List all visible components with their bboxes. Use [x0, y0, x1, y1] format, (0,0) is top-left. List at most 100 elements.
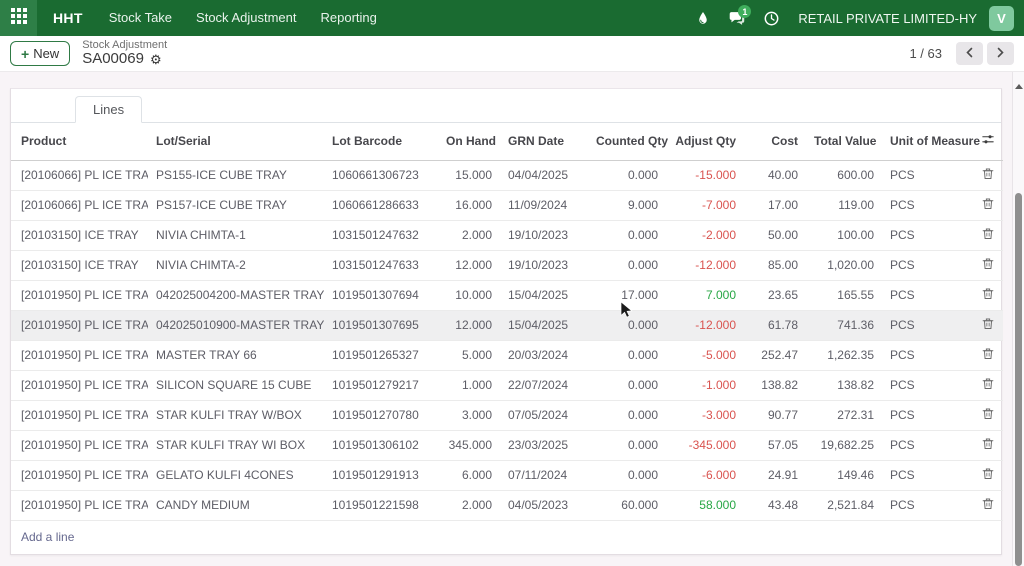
apps-menu-button[interactable] [0, 0, 37, 36]
cell-total-value[interactable]: 600.00 [806, 160, 882, 191]
cell-counted-qty[interactable]: 17.000 [588, 280, 666, 311]
cell-grn-date[interactable]: 19/10/2023 [500, 220, 588, 251]
cell-grn-date[interactable]: 22/07/2024 [500, 370, 588, 401]
cell-adjust-qty[interactable]: -2.000 [666, 220, 744, 251]
cell-product[interactable]: [20101950] PL ICE TRAY [11, 460, 148, 491]
cell-grn-date[interactable]: 07/05/2024 [500, 400, 588, 431]
cell-grn-date[interactable]: 11/09/2024 [500, 190, 588, 221]
user-avatar[interactable]: V [989, 5, 1014, 31]
cell-counted-qty[interactable]: 0.000 [588, 400, 666, 431]
new-button[interactable]: + New [10, 41, 71, 66]
cell-product[interactable]: [20106066] PL ICE TRAY [11, 160, 148, 191]
cell-uom[interactable]: PCS [882, 370, 973, 401]
cell-lot-barcode[interactable]: 1019501270780 [324, 400, 438, 431]
delete-row-button[interactable] [973, 220, 1003, 251]
add-a-line-link[interactable]: Add a line [11, 521, 1001, 554]
cell-on-hand[interactable]: 2.000 [438, 220, 500, 251]
cell-cost[interactable]: 50.00 [744, 220, 806, 251]
cell-counted-qty[interactable]: 60.000 [588, 490, 666, 521]
table-row[interactable]: [20101950] PL ICE TRAY 042025010900-MAST… [11, 310, 1003, 341]
cell-lot-barcode[interactable]: 1031501247632 [324, 220, 438, 251]
cell-cost[interactable]: 17.00 [744, 190, 806, 221]
menu-stock-adjustment[interactable]: Stock Adjustment [184, 0, 308, 36]
cell-adjust-qty[interactable]: -15.000 [666, 160, 744, 191]
delete-row-button[interactable] [973, 370, 1003, 401]
cell-lot-barcode[interactable]: 1019501291913 [324, 460, 438, 491]
cell-total-value[interactable]: 1,262.35 [806, 340, 882, 371]
cell-adjust-qty[interactable]: -1.000 [666, 370, 744, 401]
header-counted-qty[interactable]: Counted Qty [588, 123, 668, 161]
cell-on-hand[interactable]: 12.000 [438, 250, 500, 281]
cell-lot-barcode[interactable]: 1019501307695 [324, 310, 438, 341]
cell-uom[interactable]: PCS [882, 400, 973, 431]
cell-product[interactable]: [20101950] PL ICE TRAY [11, 400, 148, 431]
cell-cost[interactable]: 23.65 [744, 280, 806, 311]
header-cost[interactable]: Cost [744, 123, 806, 161]
cell-grn-date[interactable]: 04/04/2025 [500, 160, 588, 191]
cell-total-value[interactable]: 19,682.25 [806, 430, 882, 461]
header-product[interactable]: Product [11, 123, 148, 161]
cell-uom[interactable]: PCS [882, 340, 973, 371]
cell-lot-serial[interactable]: PS157-ICE CUBE TRAY [148, 190, 324, 221]
app-name[interactable]: HHT [53, 10, 83, 26]
delete-row-button[interactable] [973, 490, 1003, 521]
pager-next-button[interactable] [987, 42, 1014, 65]
table-row[interactable]: [20106066] PL ICE TRAY PS157-ICE CUBE TR… [11, 190, 1003, 221]
header-lot-barcode[interactable]: Lot Barcode [324, 123, 438, 161]
table-row[interactable]: [20101950] PL ICE TRAY 042025004200-MAST… [11, 280, 1003, 311]
activities-clock-icon[interactable] [759, 0, 783, 36]
cell-grn-date[interactable]: 23/03/2025 [500, 430, 588, 461]
table-row[interactable]: [20101950] PL ICE TRAY STAR KULFI TRAY W… [11, 430, 1003, 461]
pager-counter[interactable]: 1 / 63 [909, 46, 942, 61]
cell-uom[interactable]: PCS [882, 490, 973, 521]
cell-cost[interactable]: 43.48 [744, 490, 806, 521]
cell-on-hand[interactable]: 15.000 [438, 160, 500, 191]
cell-on-hand[interactable]: 2.000 [438, 490, 500, 521]
cell-product[interactable]: [20101950] PL ICE TRAY [11, 370, 148, 401]
cell-lot-barcode[interactable]: 1019501307694 [324, 280, 438, 311]
debug-droplet-icon[interactable] [691, 0, 715, 36]
cell-product[interactable]: [20101950] PL ICE TRAY [11, 430, 148, 461]
table-row[interactable]: [20106066] PL ICE TRAY PS155-ICE CUBE TR… [11, 160, 1003, 191]
table-row[interactable]: [20101950] PL ICE TRAY SILICON SQUARE 15… [11, 370, 1003, 401]
cell-cost[interactable]: 57.05 [744, 430, 806, 461]
scrollbar-thumb[interactable] [1015, 193, 1022, 566]
cell-grn-date[interactable]: 15/04/2025 [500, 280, 588, 311]
cell-grn-date[interactable]: 19/10/2023 [500, 250, 588, 281]
table-row[interactable]: [20101950] PL ICE TRAY MASTER TRAY 66 10… [11, 340, 1003, 371]
cell-lot-barcode[interactable]: 1019501279217 [324, 370, 438, 401]
cell-adjust-qty[interactable]: -6.000 [666, 460, 744, 491]
cell-uom[interactable]: PCS [882, 460, 973, 491]
cell-counted-qty[interactable]: 0.000 [588, 430, 666, 461]
cell-lot-serial[interactable]: STAR KULFI TRAY W/BOX [148, 400, 324, 431]
company-name[interactable]: RETAIL PRIVATE LIMITED-HY [798, 11, 977, 26]
delete-row-button[interactable] [973, 310, 1003, 341]
cell-total-value[interactable]: 119.00 [806, 190, 882, 221]
cell-on-hand[interactable]: 5.000 [438, 340, 500, 371]
header-on-hand[interactable]: On Hand [438, 123, 500, 161]
cell-lot-serial[interactable]: STAR KULFI TRAY WI BOX [148, 430, 324, 461]
header-lot-serial[interactable]: Lot/Serial [148, 123, 324, 161]
cell-grn-date[interactable]: 07/11/2024 [500, 460, 588, 491]
scrollbar-up-arrow-icon[interactable] [1014, 84, 1023, 89]
cell-product[interactable]: [20101950] PL ICE TRAY [11, 490, 148, 521]
cell-uom[interactable]: PCS [882, 220, 973, 251]
table-row[interactable]: [20101950] PL ICE TRAY GELATO KULFI 4CON… [11, 460, 1003, 491]
cell-counted-qty[interactable]: 0.000 [588, 460, 666, 491]
cell-counted-qty[interactable]: 0.000 [588, 220, 666, 251]
cell-cost[interactable]: 90.77 [744, 400, 806, 431]
cell-cost[interactable]: 252.47 [744, 340, 806, 371]
cell-product[interactable]: [20101950] PL ICE TRAY [11, 280, 148, 311]
gear-icon[interactable]: ⚙ [150, 53, 162, 66]
cell-total-value[interactable]: 138.82 [806, 370, 882, 401]
table-row[interactable]: [20103150] ICE TRAY NIVIA CHIMTA-2 10315… [11, 250, 1003, 281]
cell-on-hand[interactable]: 1.000 [438, 370, 500, 401]
menu-reporting[interactable]: Reporting [309, 0, 389, 36]
delete-row-button[interactable] [973, 280, 1003, 311]
cell-lot-serial[interactable]: SILICON SQUARE 15 CUBE [148, 370, 324, 401]
cell-adjust-qty[interactable]: -12.000 [666, 310, 744, 341]
cell-cost[interactable]: 138.82 [744, 370, 806, 401]
cell-lot-barcode[interactable]: 1019501265327 [324, 340, 438, 371]
cell-total-value[interactable]: 100.00 [806, 220, 882, 251]
cell-grn-date[interactable]: 04/05/2023 [500, 490, 588, 521]
